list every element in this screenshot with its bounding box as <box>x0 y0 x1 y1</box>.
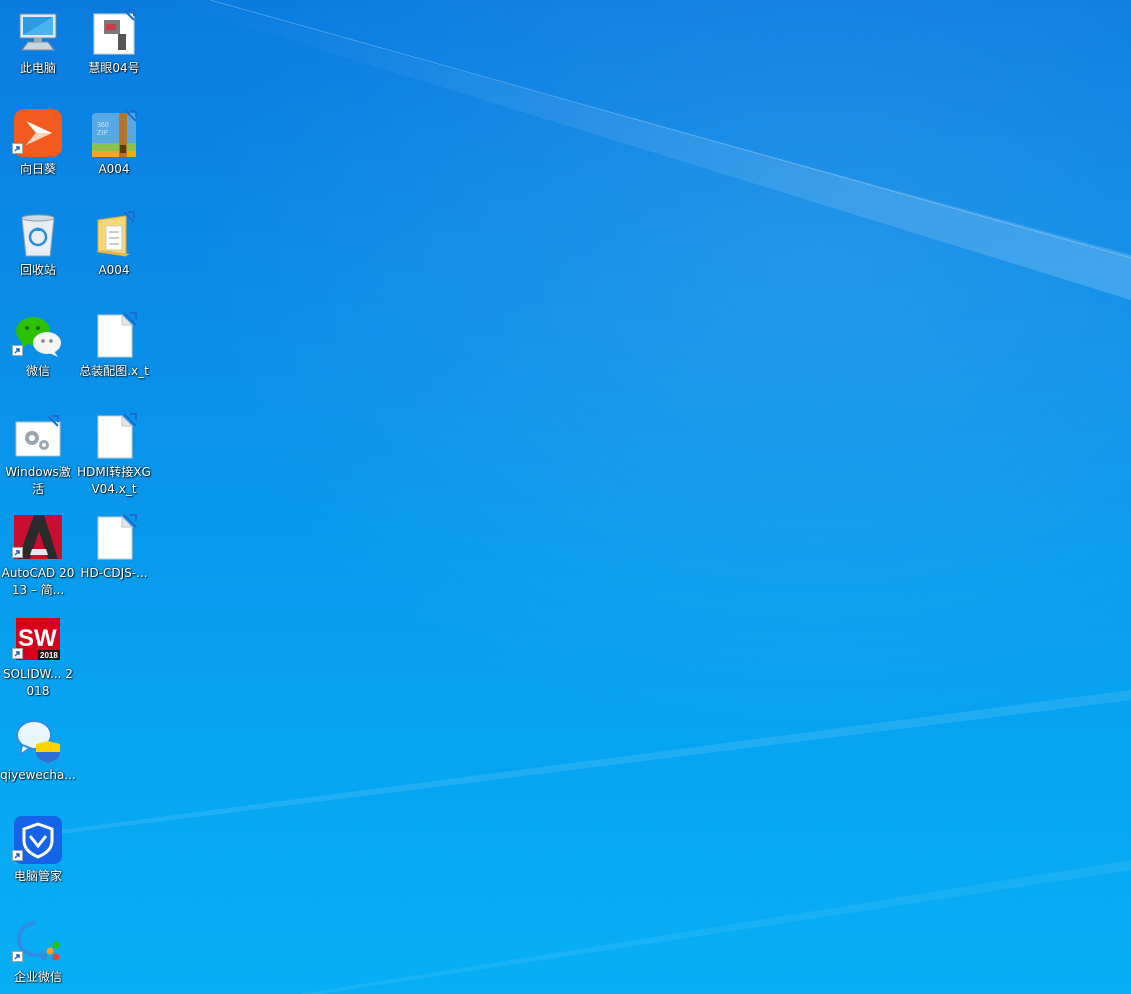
desktop-icon-hd-cdjs[interactable]: HD-CDJS-... <box>76 507 152 603</box>
desktop-icon-wecom[interactable]: 企业微信 <box>0 911 76 994</box>
desktop-icon-hdmi-xt[interactable]: HDMI转接XGV04.x_t <box>76 406 152 502</box>
desktop-icon-label: qiyewecha... <box>0 768 76 782</box>
desktop-icon-label: 总装配图.x_t <box>79 364 149 378</box>
desktop-icon-autocad[interactable]: AutoCAD 2013 – 简... <box>0 507 76 603</box>
desktop-icon-label: SOLIDW... 2018 <box>3 667 73 698</box>
blank-file-icon <box>90 412 138 460</box>
desktop-icon-label: 电脑管家 <box>13 869 62 883</box>
desktop-icon-label: HDMI转接XGV04.x_t <box>77 465 151 496</box>
desktop-icon-a004-folder[interactable]: A004 <box>76 204 152 300</box>
desktop-icon-wechat[interactable]: 微信 <box>0 305 76 401</box>
desktop-icon-huiyan[interactable]: 慧眼04号 <box>76 2 152 98</box>
svg-text:360: 360 <box>97 122 109 129</box>
desktop-icon-label: AutoCAD 2013 – 简... <box>1 566 75 597</box>
desktop-icon-a004-zip[interactable]: 360 ZIP A004 <box>76 103 152 199</box>
desktop[interactable]: 此电脑 向日葵 回收站 微信 Windows激活 AutoCAD 2013 – … <box>0 0 1131 994</box>
installer-chat-icon <box>14 715 62 763</box>
desktop-icon-this-pc[interactable]: 此电脑 <box>0 2 76 98</box>
shortcut-arrow-icon <box>12 547 23 558</box>
desktop-icon-recycle-bin[interactable]: 回收站 <box>0 204 76 300</box>
shortcut-arrow-icon <box>12 143 23 154</box>
desktop-icon-label: 向日葵 <box>19 162 56 176</box>
desktop-icon-pc-manager[interactable]: 电脑管家 <box>0 810 76 906</box>
folder-icon <box>90 210 138 258</box>
wallpaper-light-rays <box>60 0 1131 994</box>
shortcut-arrow-icon <box>12 850 23 861</box>
desktop-icon-label: A004 <box>98 263 130 277</box>
recycle-bin-icon <box>14 210 62 258</box>
shortcut-arrow-icon <box>12 648 23 659</box>
svg-text:SW: SW <box>18 625 57 652</box>
settings-window-icon <box>14 412 62 460</box>
desktop-icon-label: 企业微信 <box>13 970 62 984</box>
desktop-icon-sunlogin[interactable]: 向日葵 <box>0 103 76 199</box>
blank-file-icon <box>90 311 138 359</box>
desktop-icon-label: A004 <box>98 162 130 176</box>
zip-archive-icon: 360 ZIP <box>90 109 138 157</box>
desktop-icon-label: Windows激活 <box>5 465 71 496</box>
blank-file-icon <box>90 513 138 561</box>
desktop-icon-solidworks[interactable]: SW 2018 SOLIDW... 2018 <box>0 608 76 704</box>
desktop-icon-label: 慧眼04号 <box>88 61 140 75</box>
shortcut-arrow-icon <box>12 345 23 356</box>
desktop-icon-label: 微信 <box>25 364 50 378</box>
desktop-icon-label: HD-CDJS-... <box>80 566 148 580</box>
computer-icon <box>14 8 62 56</box>
solidworks-badge: 2018 <box>40 651 58 660</box>
desktop-icon-label: 回收站 <box>19 263 56 277</box>
cad-file-icon <box>90 8 138 56</box>
desktop-icon-qiyewechat-installer[interactable]: qiyewecha... <box>0 709 76 805</box>
desktop-icon-label: 此电脑 <box>19 61 56 75</box>
desktop-icon-assembly-xt[interactable]: 总装配图.x_t <box>76 305 152 401</box>
svg-text:ZIP: ZIP <box>97 130 108 137</box>
desktop-icon-windows-activate[interactable]: Windows激活 <box>0 406 76 502</box>
shortcut-arrow-icon <box>12 951 23 962</box>
